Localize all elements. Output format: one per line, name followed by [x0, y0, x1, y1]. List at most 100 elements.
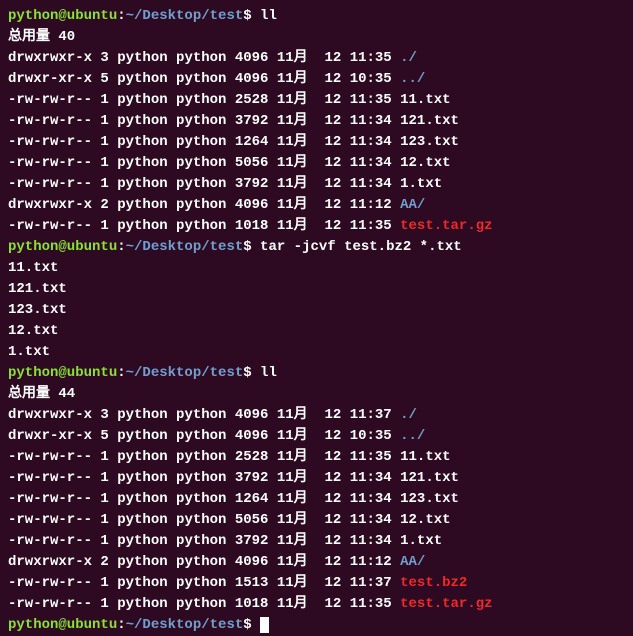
file-perms: -rw-rw-r--: [8, 491, 92, 507]
prompt-line-4[interactable]: python@ubuntu:~/Desktop/test$: [8, 615, 625, 636]
prompt-line-2: python@ubuntu:~/Desktop/test$ tar -jcvf …: [8, 237, 625, 258]
file-owner: python: [109, 218, 168, 234]
file-time: 11:34: [341, 134, 391, 150]
file-month: 11月: [268, 554, 307, 570]
file-day: 12: [308, 575, 342, 591]
file-owner: python: [109, 533, 168, 549]
file-day: 12: [308, 533, 342, 549]
file-group: python: [168, 197, 227, 213]
file-month: 11月: [268, 176, 307, 192]
file-time: 11:12: [341, 554, 391, 570]
file-perms: drwxrwxr-x: [8, 197, 92, 213]
listing1-row: -rw-rw-r-- 1 python python 1018 11月 12 1…: [8, 216, 625, 237]
listing2-row: -rw-rw-r-- 1 python python 1264 11月 12 1…: [8, 489, 625, 510]
listing2-row: -rw-rw-r-- 1 python python 5056 11月 12 1…: [8, 510, 625, 531]
file-day: 12: [308, 71, 342, 87]
file-size: 1018: [226, 596, 268, 612]
terminal-output[interactable]: python@ubuntu:~/Desktop/test$ ll总用量 40dr…: [8, 6, 625, 636]
file-day: 12: [308, 428, 342, 444]
file-group: python: [168, 512, 227, 528]
file-links: 1: [92, 575, 109, 591]
file-name: 123.txt: [392, 134, 459, 150]
file-day: 12: [308, 407, 342, 423]
file-links: 1: [92, 155, 109, 171]
file-size: 1513: [226, 575, 268, 591]
file-perms: -rw-rw-r--: [8, 113, 92, 129]
file-group: python: [168, 428, 227, 444]
listing2-row: drwxrwxr-x 3 python python 4096 11月 12 1…: [8, 405, 625, 426]
file-links: 1: [92, 470, 109, 486]
file-size: 3792: [226, 113, 268, 129]
file-name: 121.txt: [392, 470, 459, 486]
file-month: 11月: [268, 491, 307, 507]
file-month: 11月: [268, 407, 307, 423]
file-perms: -rw-rw-r--: [8, 596, 92, 612]
prompt-userhost: python@ubuntu: [8, 239, 117, 255]
file-name: test.tar.gz: [392, 218, 493, 234]
file-owner: python: [109, 134, 168, 150]
file-size: 1264: [226, 134, 268, 150]
file-perms: drwxr-xr-x: [8, 428, 92, 444]
file-links: 5: [92, 71, 109, 87]
file-month: 11月: [268, 197, 307, 213]
file-perms: drwxrwxr-x: [8, 554, 92, 570]
file-group: python: [168, 71, 227, 87]
file-day: 12: [308, 113, 342, 129]
listing1-total: 总用量 40: [8, 27, 625, 48]
file-name: 12.txt: [392, 512, 451, 528]
file-owner: python: [109, 449, 168, 465]
file-month: 11月: [268, 218, 307, 234]
file-size: 4096: [226, 428, 268, 444]
prompt-path: ~/Desktop/test: [126, 239, 244, 255]
file-links: 1: [92, 92, 109, 108]
listing1-row: drwxrwxr-x 2 python python 4096 11月 12 1…: [8, 195, 625, 216]
file-group: python: [168, 176, 227, 192]
file-links: 1: [92, 533, 109, 549]
prompt-path: ~/Desktop/test: [126, 365, 244, 381]
file-size: 4096: [226, 554, 268, 570]
file-group: python: [168, 449, 227, 465]
file-group: python: [168, 113, 227, 129]
file-month: 11月: [268, 575, 307, 591]
file-size: 2528: [226, 92, 268, 108]
cursor: [260, 617, 269, 633]
file-owner: python: [109, 92, 168, 108]
file-day: 12: [308, 50, 342, 66]
file-month: 11月: [268, 155, 307, 171]
file-owner: python: [109, 155, 168, 171]
tar-output-line: 123.txt: [8, 300, 625, 321]
prompt-line-3: python@ubuntu:~/Desktop/test$ ll: [8, 363, 625, 384]
file-name: ./: [392, 407, 417, 423]
file-owner: python: [109, 596, 168, 612]
file-size: 1264: [226, 491, 268, 507]
file-day: 12: [308, 92, 342, 108]
file-perms: -rw-rw-r--: [8, 155, 92, 171]
file-day: 12: [308, 155, 342, 171]
file-day: 12: [308, 491, 342, 507]
file-group: python: [168, 134, 227, 150]
file-owner: python: [109, 470, 168, 486]
file-perms: -rw-rw-r--: [8, 176, 92, 192]
listing2-row: -rw-rw-r-- 1 python python 2528 11月 12 1…: [8, 447, 625, 468]
file-size: 3792: [226, 176, 268, 192]
file-perms: -rw-rw-r--: [8, 470, 92, 486]
file-time: 10:35: [341, 428, 391, 444]
file-time: 11:34: [341, 512, 391, 528]
file-owner: python: [109, 491, 168, 507]
file-time: 11:35: [341, 218, 391, 234]
prompt-line-1: python@ubuntu:~/Desktop/test$ ll: [8, 6, 625, 27]
command-1: ll: [252, 8, 277, 24]
file-month: 11月: [268, 71, 307, 87]
file-size: 4096: [226, 407, 268, 423]
file-links: 2: [92, 197, 109, 213]
file-owner: python: [109, 575, 168, 591]
listing2-row: -rw-rw-r-- 1 python python 3792 11月 12 1…: [8, 531, 625, 552]
tar-output-line: 1.txt: [8, 342, 625, 363]
file-links: 1: [92, 134, 109, 150]
prompt-colon: :: [117, 617, 125, 633]
prompt-path: ~/Desktop/test: [126, 8, 244, 24]
file-owner: python: [109, 113, 168, 129]
file-time: 11:34: [341, 176, 391, 192]
file-links: 1: [92, 449, 109, 465]
file-perms: -rw-rw-r--: [8, 575, 92, 591]
